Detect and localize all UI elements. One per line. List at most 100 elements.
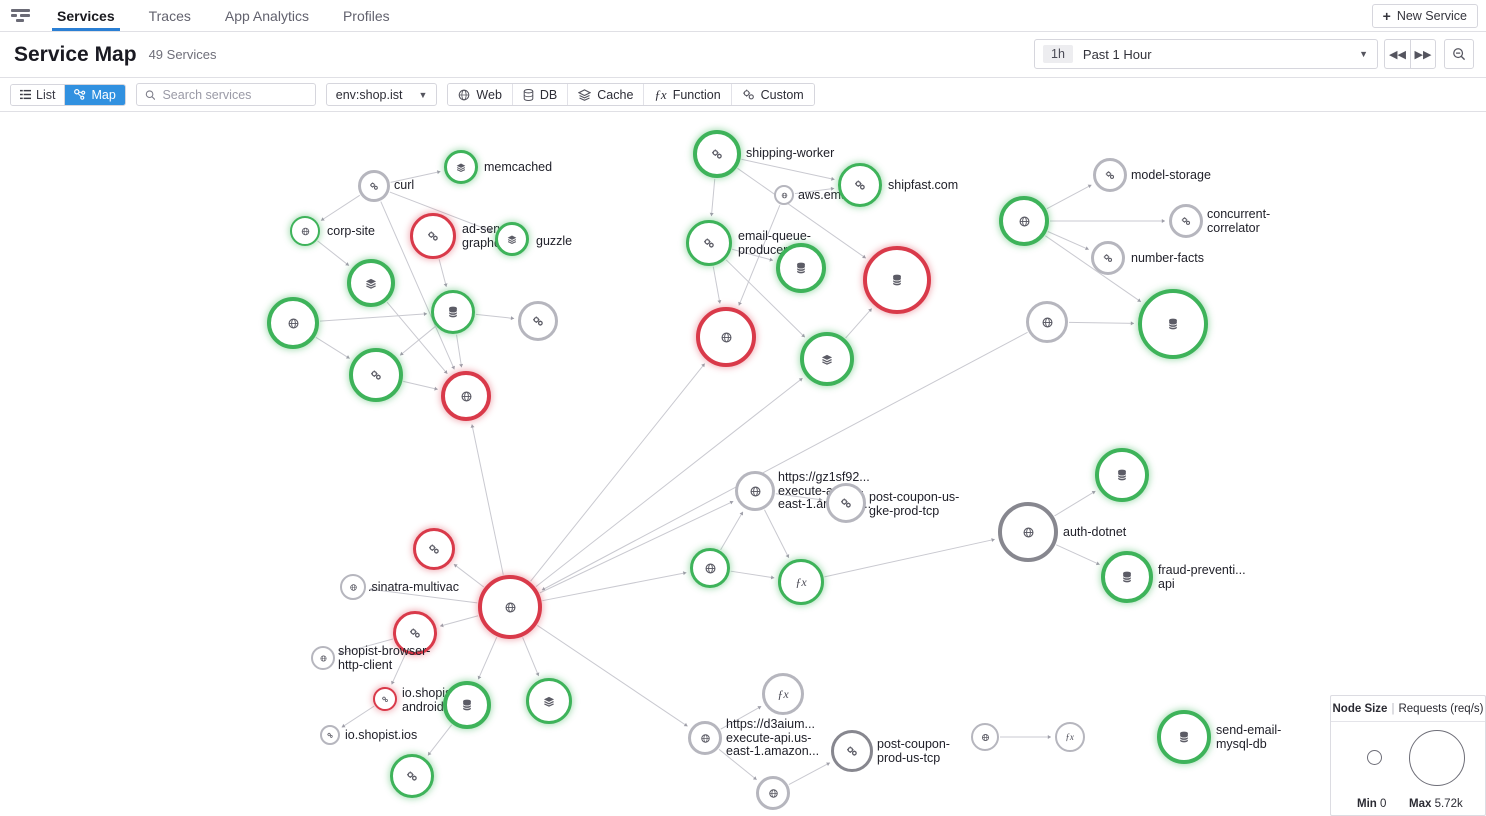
service-edge [369,588,478,604]
service-node[interactable] [443,681,491,729]
service-node[interactable] [410,213,456,259]
service-node[interactable] [756,776,790,810]
service-node[interactable] [373,687,397,711]
service-node[interactable] [349,348,403,402]
app-logo[interactable] [0,0,40,31]
service-node[interactable] [431,290,475,334]
node-type-icon [750,486,761,497]
service-node[interactable] [390,754,434,798]
service-node[interactable] [495,222,529,256]
service-node[interactable] [735,471,775,511]
service-node[interactable] [800,332,854,386]
environment-selector[interactable]: env:shop.ist ▼ [325,83,438,106]
service-node[interactable]: ƒx [762,673,804,715]
service-node[interactable] [690,548,730,588]
edge-arrow [369,587,374,592]
tab-profiles[interactable]: Profiles [326,0,407,31]
node-type-icon: ƒx [795,576,806,588]
service-node[interactable] [1157,710,1211,764]
tab-services[interactable]: Services [40,0,132,31]
service-node[interactable] [1101,551,1153,603]
time-range-picker[interactable]: 1h Past 1 Hour ▼ [1034,39,1378,69]
filter-web[interactable]: Web [448,84,512,105]
search-services-box[interactable] [135,83,316,106]
fast-forward-icon[interactable]: ▶▶ [1410,39,1436,69]
service-node[interactable] [1093,158,1127,192]
service-node[interactable] [999,196,1049,246]
service-node[interactable] [696,307,756,367]
service-node[interactable] [311,646,335,670]
service-node[interactable] [347,259,395,307]
service-node[interactable] [1095,448,1149,502]
service-edge [438,259,447,287]
legend-max-text: Max 5.72k [1409,798,1463,810]
filter-function[interactable]: ƒx Function [643,84,731,105]
filter-custom[interactable]: Custom [730,84,814,105]
service-node[interactable] [863,246,931,314]
environment-value: env:shop.ist [335,87,403,102]
service-edge [1046,184,1092,210]
service-node[interactable] [340,574,366,600]
layers-icon [507,235,517,244]
service-node[interactable] [776,243,826,293]
globe-icon [320,655,326,661]
service-node[interactable] [320,725,340,745]
service-edge [456,334,463,368]
service-map-canvas[interactable]: curl memcached corp-site ad-server- graphql… [0,113,1486,816]
node-type-icon [700,733,710,743]
service-node[interactable] [1169,204,1203,238]
service-node[interactable]: ƒx [778,559,824,605]
service-node[interactable] [971,723,999,751]
service-node[interactable] [1138,289,1208,359]
service-node[interactable] [393,611,437,655]
filter-cache[interactable]: Cache [567,84,644,105]
globe-icon [768,788,778,798]
service-edge [522,637,540,677]
database-icon [1179,731,1189,743]
service-node[interactable] [413,528,455,570]
node-type-icon [1023,527,1034,538]
database-icon [1122,571,1132,583]
service-node[interactable] [838,163,882,207]
node-type-icon [703,238,715,249]
service-node[interactable] [998,502,1058,562]
rewind-icon[interactable]: ◀◀ [1384,39,1410,69]
new-service-button[interactable]: + New Service [1371,4,1478,28]
service-node[interactable] [290,216,320,246]
node-type-icon: ƒx [1066,733,1074,742]
node-type-icon [846,746,858,757]
service-node[interactable] [826,483,866,523]
service-node[interactable] [1026,301,1068,343]
node-type-icon [532,316,544,327]
node-type-icon [369,182,379,191]
service-node[interactable] [441,371,491,421]
flow-logo-icon [10,9,30,22]
view-mode-map[interactable]: Map [64,84,125,105]
time-range-badge: 1h [1043,45,1073,63]
service-node[interactable] [774,185,794,205]
service-node[interactable] [478,575,542,639]
zoom-out-icon[interactable] [1444,39,1474,69]
node-type-icon [381,696,388,703]
service-node[interactable] [526,678,572,724]
service-node[interactable]: ƒx [1055,722,1085,752]
tab-traces[interactable]: Traces [132,0,208,31]
legend-min-label: Min [1357,798,1377,810]
view-mode-list[interactable]: List [11,84,65,105]
service-node[interactable] [444,150,478,184]
service-node[interactable] [358,170,390,202]
service-node[interactable] [686,220,732,266]
service-node[interactable] [693,130,741,178]
service-node[interactable] [688,721,722,755]
filter-db[interactable]: DB [511,84,568,105]
service-node[interactable] [1091,241,1125,275]
service-node[interactable] [518,301,558,341]
service-node[interactable] [831,730,873,772]
filter-function-label: Function [672,87,721,102]
top-navigation-bar: Services Traces App Analytics Profiles +… [0,0,1486,32]
service-node[interactable] [267,297,319,349]
node-type-icon [796,262,806,274]
tab-app-analytics[interactable]: App Analytics [208,0,326,31]
search-input[interactable] [162,87,307,102]
service-edge [399,326,436,356]
